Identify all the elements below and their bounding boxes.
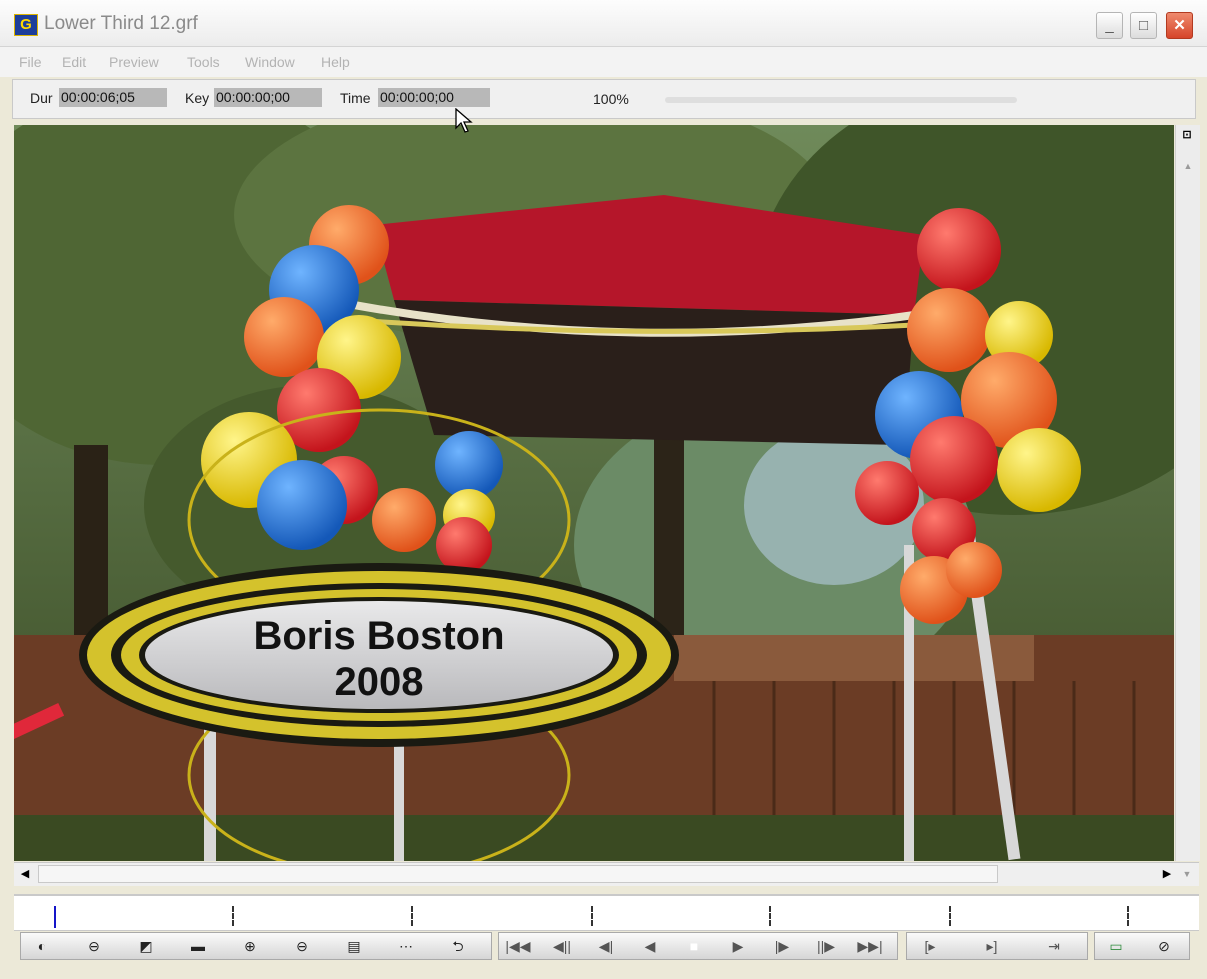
timeline-tick: [1127, 906, 1129, 926]
menu-help[interactable]: Help: [321, 54, 350, 70]
minimize-button[interactable]: _: [1096, 12, 1123, 39]
playhead-marker[interactable]: [54, 906, 56, 928]
application-window: G Lower Third 12.grf _ □ ✕ File Edit Pre…: [0, 0, 1207, 979]
color-channels-icon[interactable]: ▤: [339, 935, 369, 957]
title-bar[interactable]: G Lower Third 12.grf _ □ ✕: [0, 0, 1207, 47]
dur-label: Dur: [30, 90, 53, 106]
go-to-mark-icon[interactable]: ⇥: [1039, 935, 1069, 957]
horizontal-scrollbar[interactable]: ◀ ▶ ▼: [14, 862, 1199, 886]
vertical-scrollbar[interactable]: ⊡ ▲: [1175, 125, 1200, 861]
mouse-pointer-icon: [455, 108, 473, 133]
lower-third-text: Boris Boston 2008: [134, 613, 624, 705]
timeline-tick: [232, 906, 234, 926]
window-title: Lower Third 12.grf: [44, 13, 198, 34]
step-back-icon[interactable]: ◀|: [591, 935, 621, 957]
key-field[interactable]: 00:00:00;00: [214, 88, 322, 107]
zoom-fit-icon[interactable]: ⊖: [79, 935, 109, 957]
background-toggle-icon[interactable]: ◩: [131, 935, 161, 957]
timeline-tick: [949, 906, 951, 926]
timeline-tick: [411, 906, 413, 926]
scroll-down-arrow-icon[interactable]: ▼: [1178, 865, 1196, 883]
step-forward-icon[interactable]: |▶: [767, 935, 797, 957]
render-preview-icon[interactable]: ▭: [1101, 935, 1131, 957]
menu-window[interactable]: Window: [245, 54, 295, 70]
menu-preview[interactable]: Preview: [109, 54, 159, 70]
panel-toggle-icon[interactable]: ⊡: [1180, 129, 1194, 142]
time-label: Time: [340, 90, 371, 106]
mark-out-icon[interactable]: ▸]: [977, 935, 1007, 957]
stop-icon[interactable]: ■: [679, 935, 709, 957]
playback-toolbar: ◐ ⊖ ◩ ▬ ⊕ ⊖ ▤ ⋯ ⮌ |◀◀ ◀|| ◀| ◀ ■ ▶ |▶ ||…: [14, 932, 1199, 962]
horizontal-scroll-thumb[interactable]: [38, 865, 998, 883]
time-field[interactable]: 00:00:00;00: [378, 88, 490, 107]
render-progress-bar: [665, 97, 1017, 103]
menu-edit[interactable]: Edit: [62, 54, 86, 70]
zoom-in-icon[interactable]: ⊕: [235, 935, 265, 957]
preview-frame: [14, 125, 1174, 861]
go-to-end-icon[interactable]: ▶▶|: [855, 935, 885, 957]
next-keyframe-icon[interactable]: ||▶: [811, 935, 841, 957]
timeline-tick: [769, 906, 771, 926]
preview-canvas[interactable]: Boris Boston 2008: [14, 125, 1174, 861]
lower-third-line-1: Boris Boston: [253, 614, 505, 658]
menu-tools[interactable]: Tools: [187, 54, 220, 70]
alpha-view-icon[interactable]: ▬: [183, 935, 213, 957]
zoom-out-icon[interactable]: ⊖: [287, 935, 317, 957]
timeline-tick: [591, 906, 593, 926]
mark-in-out-group: [▸ ▸] ⇥: [906, 932, 1088, 960]
play-icon[interactable]: ▶: [723, 935, 753, 957]
menu-bar: File Edit Preview Tools Window Help: [0, 47, 1207, 77]
view-tools-group: ◐ ⊖ ◩ ▬ ⊕ ⊖ ▤ ⋯ ⮌: [20, 932, 492, 960]
previous-keyframe-icon[interactable]: ◀||: [547, 935, 577, 957]
key-label: Key: [185, 90, 210, 106]
loop-icon[interactable]: ⮌: [443, 935, 473, 957]
transport-group: |◀◀ ◀|| ◀| ◀ ■ ▶ |▶ ||▶ ▶▶|: [498, 932, 898, 960]
scroll-right-arrow-icon[interactable]: ▶: [1158, 865, 1176, 883]
lower-third-line-2: 2008: [334, 660, 424, 704]
play-reverse-icon[interactable]: ◀: [635, 935, 665, 957]
dur-field[interactable]: 00:00:06;05: [59, 88, 167, 107]
safe-area-icon[interactable]: ◐: [27, 935, 57, 957]
extra-tools-group: ▭ ⊘: [1094, 932, 1190, 960]
go-to-start-icon[interactable]: |◀◀: [503, 935, 533, 957]
grid-icon[interactable]: ⋯: [391, 935, 421, 957]
close-button[interactable]: ✕: [1166, 12, 1193, 39]
menu-file[interactable]: File: [19, 54, 42, 70]
maximize-button[interactable]: □: [1130, 12, 1157, 39]
scroll-up-arrow-icon[interactable]: ▲: [1178, 155, 1198, 177]
mark-in-icon[interactable]: [▸: [915, 935, 945, 957]
timecode-bar: Dur 00:00:06;05 Key 00:00:00;00 Time 00:…: [12, 79, 1196, 119]
zoom-level: 100%: [593, 91, 629, 107]
app-icon[interactable]: G: [14, 14, 38, 36]
timeline-ruler[interactable]: [14, 894, 1199, 931]
disable-icon[interactable]: ⊘: [1149, 935, 1179, 957]
scroll-left-arrow-icon[interactable]: ◀: [16, 865, 34, 883]
